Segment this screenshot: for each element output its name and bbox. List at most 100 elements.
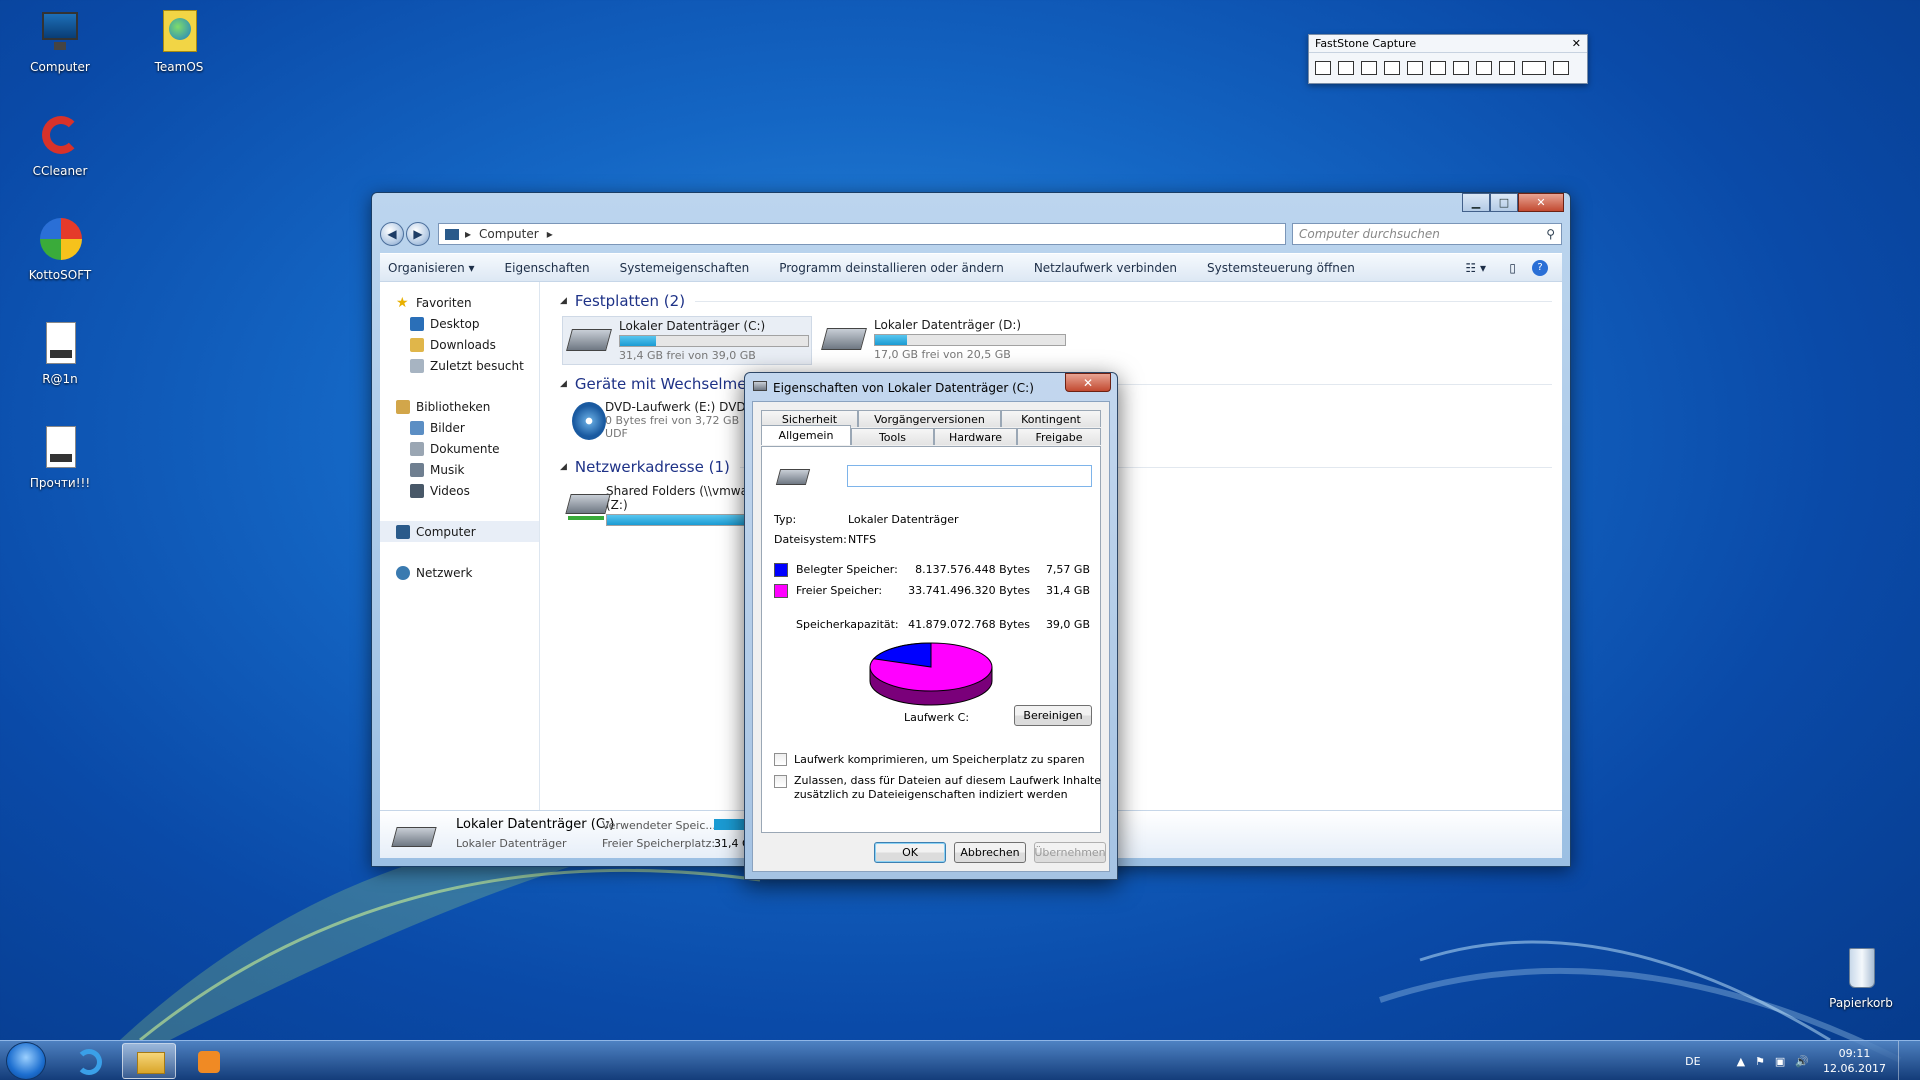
- open-icon[interactable]: [1315, 61, 1331, 75]
- close-icon[interactable]: ✕: [1518, 193, 1564, 212]
- properties-button[interactable]: Eigenschaften: [505, 261, 590, 275]
- free-space-swatch: [774, 584, 788, 598]
- tab-general[interactable]: Allgemein: [761, 425, 851, 445]
- volume-label-input[interactable]: [847, 465, 1092, 487]
- drive-z[interactable]: Shared Folders (\\vmware (Z:): [562, 482, 762, 530]
- nav-label: Videos: [430, 483, 470, 498]
- index-checkbox[interactable]: [774, 775, 787, 788]
- cancel-button[interactable]: Abbrechen: [954, 842, 1026, 863]
- group-title: Festplatten (2): [574, 292, 686, 310]
- drive-caption: Laufwerk C:: [904, 711, 970, 724]
- capture-window-icon[interactable]: [1338, 61, 1354, 75]
- nav-videos[interactable]: Videos: [380, 480, 539, 501]
- output-icon[interactable]: [1522, 61, 1546, 75]
- uninstall-button[interactable]: Programm deinstallieren oder ändern: [779, 261, 1004, 275]
- computer-small-icon: [445, 228, 459, 240]
- nav-pictures[interactable]: Bilder: [380, 417, 539, 438]
- show-hidden-icons[interactable]: ▲: [1737, 1055, 1745, 1068]
- capture-rectangle-icon[interactable]: [1384, 61, 1400, 75]
- capture-fullscreen-icon[interactable]: [1430, 61, 1446, 75]
- faststone-close-icon[interactable]: ✕: [1572, 37, 1581, 50]
- clock[interactable]: 09:11 12.06.2017: [1823, 1046, 1886, 1076]
- action-center-icon[interactable]: ⚑: [1755, 1055, 1765, 1068]
- back-icon[interactable]: ◀: [380, 222, 404, 246]
- nav-computer[interactable]: Computer: [380, 521, 539, 542]
- drive-dvd[interactable]: DVD-Laufwerk (E:) DVD_R 0 Bytes frei von…: [562, 398, 762, 442]
- nav-desktop[interactable]: Desktop: [380, 313, 539, 334]
- nav-favorites[interactable]: ★ Favoriten: [380, 292, 539, 313]
- desktop-icon-r1n[interactable]: R@1n: [15, 320, 105, 386]
- language-indicator[interactable]: DE: [1685, 1055, 1700, 1068]
- capture-freehand-icon[interactable]: [1407, 61, 1423, 75]
- map-network-drive-button[interactable]: Netzlaufwerk verbinden: [1034, 261, 1177, 275]
- tab-quota[interactable]: Kontingent: [1001, 410, 1101, 427]
- nav-network[interactable]: Netzwerk: [380, 562, 539, 583]
- taskbar-explorer[interactable]: [122, 1043, 176, 1079]
- show-desktop-button[interactable]: [1898, 1041, 1910, 1080]
- capture-object-icon[interactable]: [1361, 61, 1377, 75]
- index-label-line2[interactable]: zusätzlich zu Dateieigenschaften indizie…: [794, 788, 1068, 801]
- text-file-icon: [36, 424, 84, 472]
- separator: [774, 605, 1088, 606]
- maximize-icon[interactable]: □: [1490, 193, 1518, 212]
- desktop-icon-prochti[interactable]: Прочти!!!: [15, 424, 105, 490]
- group-header-hdd[interactable]: ◢ Festplatten (2): [560, 290, 1552, 312]
- tab-sharing[interactable]: Freigabe: [1017, 428, 1101, 445]
- taskbar-media-player[interactable]: [182, 1043, 236, 1079]
- compress-label[interactable]: Laufwerk komprimieren, um Speicherplatz …: [794, 753, 1085, 766]
- faststone-capture-toolbar[interactable]: FastStone Capture ✕: [1308, 34, 1588, 84]
- volume-icon[interactable]: 🔊: [1795, 1055, 1809, 1068]
- capture-fixed-region-icon[interactable]: [1476, 61, 1492, 75]
- breadcrumb-computer[interactable]: Computer: [479, 227, 539, 241]
- apply-button[interactable]: Übernehmen: [1034, 842, 1106, 863]
- preview-pane-icon[interactable]: ▯: [1509, 261, 1516, 275]
- drive-c[interactable]: Lokaler Datenträger (C:) 31,4 GB frei vo…: [562, 316, 812, 365]
- nav-recent[interactable]: Zuletzt besucht: [380, 355, 539, 376]
- dialog-close-icon[interactable]: ✕: [1065, 373, 1111, 392]
- screen-recorder-icon[interactable]: [1499, 61, 1515, 75]
- view-options-icon[interactable]: ☷ ▾: [1465, 261, 1486, 275]
- tab-hardware[interactable]: Hardware: [934, 428, 1017, 445]
- cleanup-button[interactable]: Bereinigen: [1014, 705, 1092, 726]
- desktop-icon-kottosoft[interactable]: KottoSOFT: [15, 216, 105, 282]
- drive-d[interactable]: Lokaler Datenträger (D:) 17,0 GB frei vo…: [818, 316, 1068, 363]
- capture-scrolling-icon[interactable]: [1453, 61, 1469, 75]
- desktop-icon-computer[interactable]: Computer: [15, 8, 105, 74]
- nav-downloads[interactable]: Downloads: [380, 334, 539, 355]
- nav-documents[interactable]: Dokumente: [380, 438, 539, 459]
- desktop-icon-recycle-bin[interactable]: Papierkorb: [1816, 944, 1906, 1010]
- compress-checkbox[interactable]: [774, 753, 787, 766]
- tab-previous-versions[interactable]: Vorgängerversionen: [858, 410, 1001, 427]
- ok-button[interactable]: OK: [874, 842, 946, 863]
- clock-time: 09:11: [1838, 1047, 1871, 1060]
- nav-libraries[interactable]: Bibliotheken: [380, 396, 539, 417]
- system-properties-button[interactable]: Systemeigenschaften: [620, 261, 750, 275]
- help-icon[interactable]: ?: [1532, 259, 1548, 276]
- details-name: Lokaler Datenträger (C:): [456, 817, 615, 832]
- forward-icon[interactable]: ▶: [406, 222, 430, 246]
- start-button[interactable]: [6, 1042, 46, 1080]
- control-panel-button[interactable]: Systemsteuerung öffnen: [1207, 261, 1355, 275]
- usage-fill: [620, 336, 656, 346]
- used-space-bytes: 8.137.576.448 Bytes: [915, 563, 1030, 576]
- details-free-label: Freier Speicherplatz:: [602, 837, 716, 850]
- free-space-bytes: 33.741.496.320 Bytes: [908, 584, 1030, 597]
- nav-music[interactable]: Musik: [380, 459, 539, 480]
- desktop-icon-label: KottoSOFT: [28, 268, 92, 282]
- desktop-icon-ccleaner[interactable]: CCleaner: [15, 112, 105, 178]
- free-space-gb: 31,4 GB: [1045, 584, 1090, 597]
- address-bar[interactable]: ▸ Computer ▸: [438, 223, 1286, 245]
- minimize-icon[interactable]: ▁: [1462, 193, 1490, 212]
- computer-icon: [396, 524, 410, 539]
- desktop-icon-teamos[interactable]: TeamOS: [134, 8, 224, 74]
- details-usage-bar: [714, 819, 744, 830]
- settings-icon[interactable]: [1553, 61, 1569, 75]
- organize-menu[interactable]: Organisieren ▾: [388, 261, 475, 275]
- search-input[interactable]: Computer durchsuchen ⚲: [1292, 223, 1562, 245]
- tab-tools[interactable]: Tools: [851, 428, 934, 445]
- taskbar-ie[interactable]: [62, 1043, 116, 1079]
- desktop-icon-label: Papierkorb: [1829, 996, 1893, 1010]
- index-label-line1[interactable]: Zulassen, dass für Dateien auf diesem La…: [794, 774, 1101, 787]
- capacity-bytes: 41.879.072.768 Bytes: [908, 618, 1030, 631]
- network-tray-icon[interactable]: ▣: [1775, 1055, 1785, 1068]
